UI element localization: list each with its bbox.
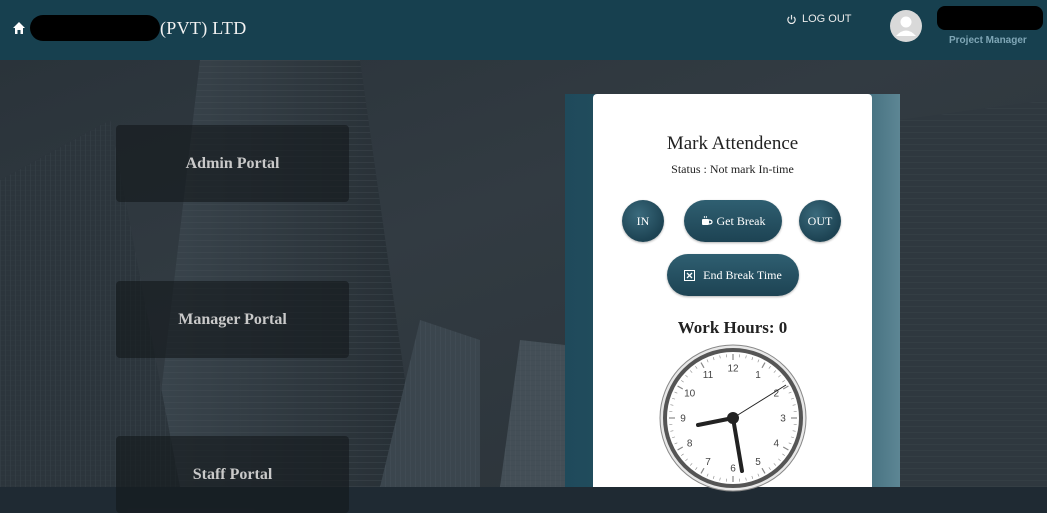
clock-number: 7 — [705, 457, 711, 468]
get-break-label: Get Break — [717, 214, 766, 229]
user-icon — [890, 10, 922, 42]
clock-number: 6 — [730, 464, 736, 475]
power-icon — [786, 14, 797, 25]
clock-number: 9 — [680, 414, 686, 425]
in-label: IN — [637, 214, 650, 229]
clock-number: 11 — [703, 370, 714, 381]
admin-portal-button[interactable]: Admin Portal — [116, 125, 349, 202]
company-name: (PVT) LTD — [160, 18, 247, 39]
clock-number: 1 — [755, 370, 761, 381]
clock-number: 3 — [780, 414, 786, 425]
attendance-title: Mark Attendence — [593, 133, 872, 155]
clock-number: 4 — [774, 439, 780, 450]
end-break-label: End Break Time — [703, 268, 782, 283]
logout-label: LOG OUT — [802, 13, 852, 25]
clock-number: 8 — [687, 439, 693, 450]
clock-number: 12 — [727, 364, 739, 375]
coffee-icon — [701, 216, 713, 227]
close-square-icon — [684, 270, 695, 281]
in-button[interactable]: IN — [622, 200, 664, 242]
attendance-card: Mark Attendence Status : Not mark In-tim… — [593, 94, 872, 487]
out-button[interactable]: OUT — [799, 200, 841, 242]
home-icon[interactable] — [12, 21, 26, 35]
company-name-redaction — [30, 15, 160, 41]
attendance-status: Status : Not mark In-time — [593, 162, 872, 177]
analog-clock: 121234567891011 — [658, 343, 808, 493]
logout-button[interactable]: LOG OUT — [786, 13, 852, 25]
avatar[interactable] — [890, 10, 922, 42]
manager-portal-button[interactable]: Manager Portal — [116, 281, 349, 358]
end-break-button[interactable]: End Break Time — [667, 254, 799, 296]
work-hours: Work Hours: 0 — [593, 318, 872, 338]
user-name-redaction — [937, 6, 1043, 30]
user-role: Project Manager — [949, 35, 1027, 46]
top-bar: (PVT) LTD LOG OUT Project Manager — [0, 0, 1047, 60]
clock-number: 5 — [755, 457, 761, 468]
out-label: OUT — [808, 214, 833, 229]
clock-number: 10 — [684, 389, 696, 400]
staff-portal-button[interactable]: Staff Portal — [116, 436, 349, 513]
get-break-button[interactable]: Get Break — [684, 200, 782, 242]
